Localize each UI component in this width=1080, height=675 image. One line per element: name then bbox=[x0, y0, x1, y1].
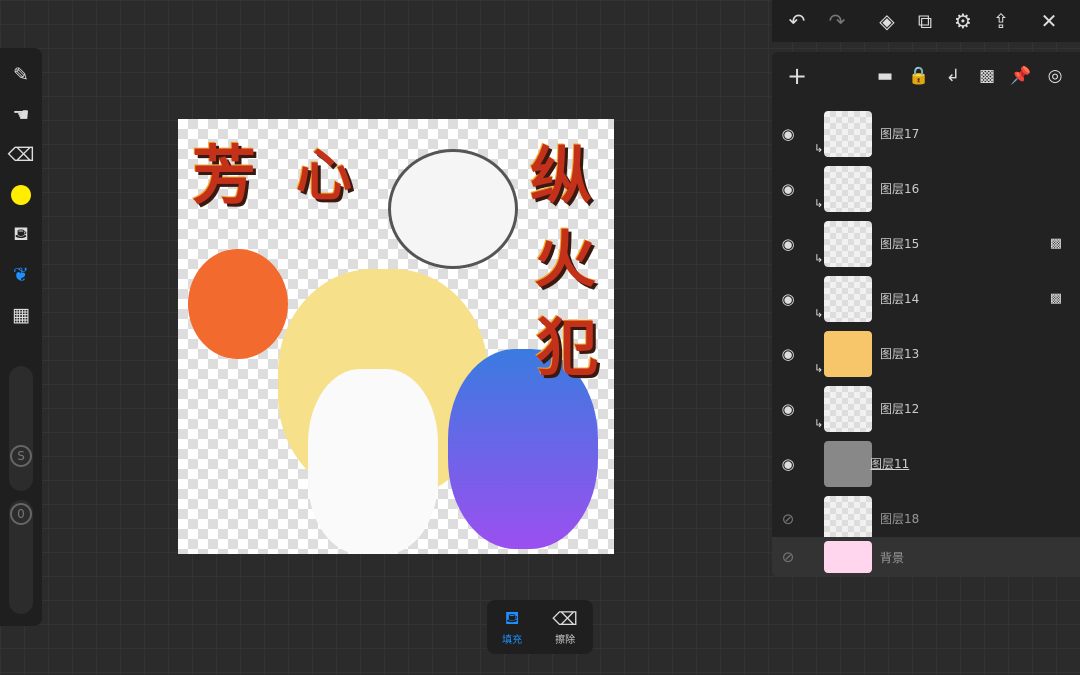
redo-icon[interactable]: ↷ bbox=[820, 4, 854, 38]
eye-icon[interactable]: ◉ bbox=[773, 180, 803, 198]
fill-bucket-icon: ⛾ bbox=[504, 607, 520, 629]
layer-name: 图层16 bbox=[880, 182, 920, 196]
robot-character bbox=[388, 149, 518, 269]
layer-name: 图层18 bbox=[880, 512, 920, 526]
lock-icon[interactable]: 🔒 bbox=[902, 59, 936, 93]
clipping-mask-icon: ↳ bbox=[814, 417, 824, 430]
eraser-icon: ⌫ bbox=[552, 609, 578, 630]
layer-row[interactable]: ◉ ↳ 图层14 ▩ bbox=[772, 271, 1080, 326]
layer-thumbnail bbox=[824, 440, 872, 487]
layer-thumbnail bbox=[824, 110, 872, 157]
bottom-mode-bar: ⛾ 填充 ⌫ 擦除 bbox=[487, 600, 593, 654]
layer-name: 图层11 bbox=[870, 457, 910, 471]
layer-thumbnail bbox=[824, 495, 872, 542]
fill-label: 填充 bbox=[502, 634, 523, 646]
layer-row[interactable]: ◉ ↳ 图层12 bbox=[772, 381, 1080, 436]
target-icon[interactable]: ◎ bbox=[1038, 59, 1072, 93]
layer-thumbnail bbox=[824, 541, 872, 573]
layer-name: 背景 bbox=[880, 550, 905, 565]
top-bar: ↶ ↷ ◈ ⧉ ⚙ ⇪ ✕ bbox=[772, 0, 1080, 42]
artwork-char-1: 芳 bbox=[192, 140, 256, 214]
layer-thumbnail bbox=[824, 165, 872, 212]
eye-icon[interactable]: ◉ bbox=[773, 125, 803, 143]
eye-icon[interactable]: ◉ bbox=[773, 400, 803, 418]
clipping-mask-icon: ↳ bbox=[814, 142, 824, 155]
close-icon[interactable]: ✕ bbox=[1032, 4, 1066, 38]
clipping-icon[interactable]: ↲ bbox=[936, 59, 970, 93]
layer-row[interactable]: ◉ ↳ 图层17 bbox=[772, 106, 1080, 161]
layer-thumbnail bbox=[824, 385, 872, 432]
torch-flame bbox=[188, 249, 288, 359]
settings-icon[interactable]: ⚙ bbox=[946, 4, 980, 38]
eye-icon[interactable]: ◉ bbox=[773, 455, 803, 473]
eye-icon[interactable]: ◉ bbox=[773, 235, 803, 253]
undo-icon[interactable]: ↶ bbox=[780, 4, 814, 38]
alpha-lock-icon[interactable]: ▩ bbox=[970, 59, 1004, 93]
smudge-icon[interactable]: ☚ bbox=[6, 100, 36, 130]
layer-name: 图层14 bbox=[880, 292, 920, 306]
layers-panel: + ▬ 🔒 ↲ ▩ 📌 ◎ ◉ ↳ 图层17 ◉ ↳ 图层16 ◉ ↳ 图层15 ▩ ◉ ↳ 图层14 ▩… bbox=[772, 52, 1080, 577]
layer-name: 图层15 bbox=[880, 237, 920, 251]
artwork-char-2: 心 bbox=[296, 144, 352, 209]
layer-row[interactable]: ◉ ↳ 图层16 bbox=[772, 161, 1080, 216]
girl-body bbox=[308, 369, 438, 554]
layer-row[interactable]: ◉ ↳ 图层13 bbox=[772, 326, 1080, 381]
opacity-indicator: 0 bbox=[10, 503, 32, 525]
artwork-char-5: 犯 bbox=[536, 311, 599, 384]
pin-icon[interactable]: 📌 bbox=[1004, 59, 1038, 93]
layer-name: 图层17 bbox=[880, 127, 920, 141]
layout-grid-icon[interactable]: ▦ bbox=[6, 300, 36, 330]
alpha-lock-icon: ▩ bbox=[1049, 236, 1062, 251]
clipping-mask-icon: ↳ bbox=[814, 252, 824, 265]
layer-name: 图层13 bbox=[880, 347, 920, 361]
drawing-canvas[interactable]: 芳 心 纵 火 犯 bbox=[178, 119, 614, 554]
erase-mode-button[interactable]: ⌫ 擦除 bbox=[552, 609, 577, 646]
add-layer-icon[interactable]: + bbox=[780, 59, 814, 93]
layer-thumbnail bbox=[824, 275, 872, 322]
alpha-lock-icon: ▩ bbox=[1049, 291, 1062, 306]
fill-mode-button[interactable]: ⛾ 填充 bbox=[502, 607, 523, 646]
layer-row[interactable]: ◉ ↳ 图层15 ▩ bbox=[772, 216, 1080, 271]
pen-icon[interactable]: ✎ bbox=[6, 60, 36, 90]
tool-sidebar: ✎ ☚ ⌫ ⛾ ❦ ▦ S 0 bbox=[0, 48, 42, 626]
files-icon[interactable]: ⧉ bbox=[908, 4, 942, 38]
layer-name: 图层12 bbox=[880, 402, 920, 416]
layer-thumbnail bbox=[824, 220, 872, 267]
artwork-char-4: 火 bbox=[534, 223, 597, 296]
layers-icon[interactable]: ◈ bbox=[870, 4, 904, 38]
layer-row[interactable]: ⊘ 背景 bbox=[772, 537, 1080, 577]
erase-label: 擦除 bbox=[555, 634, 576, 646]
clipping-mask-icon: ↳ bbox=[814, 197, 824, 210]
brush-size-slider[interactable] bbox=[9, 366, 33, 491]
clipping-mask-icon: ↳ bbox=[814, 307, 824, 320]
layer-toolbar: + ▬ 🔒 ↲ ▩ 📌 ◎ bbox=[772, 52, 1080, 100]
layer-row[interactable]: ◉ 图层11 bbox=[772, 436, 1080, 491]
folder-icon[interactable]: ▬ bbox=[868, 59, 902, 93]
leaf-lasso-icon[interactable]: ❦ bbox=[6, 260, 36, 290]
eye-hidden-icon[interactable]: ⊘ bbox=[773, 548, 803, 566]
eye-hidden-icon[interactable]: ⊘ bbox=[773, 510, 803, 528]
eye-icon[interactable]: ◉ bbox=[773, 345, 803, 363]
eraser-icon[interactable]: ⌫ bbox=[6, 140, 36, 170]
share-icon[interactable]: ⇪ bbox=[984, 4, 1018, 38]
clipping-mask-icon: ↳ bbox=[814, 362, 824, 375]
eye-icon[interactable]: ◉ bbox=[773, 290, 803, 308]
artwork-char-3: 纵 bbox=[530, 139, 593, 212]
layer-thumbnail bbox=[824, 330, 872, 377]
size-indicator: S bbox=[10, 445, 32, 467]
color-picker-button[interactable] bbox=[6, 180, 36, 210]
fill-bucket-icon[interactable]: ⛾ bbox=[6, 220, 36, 250]
